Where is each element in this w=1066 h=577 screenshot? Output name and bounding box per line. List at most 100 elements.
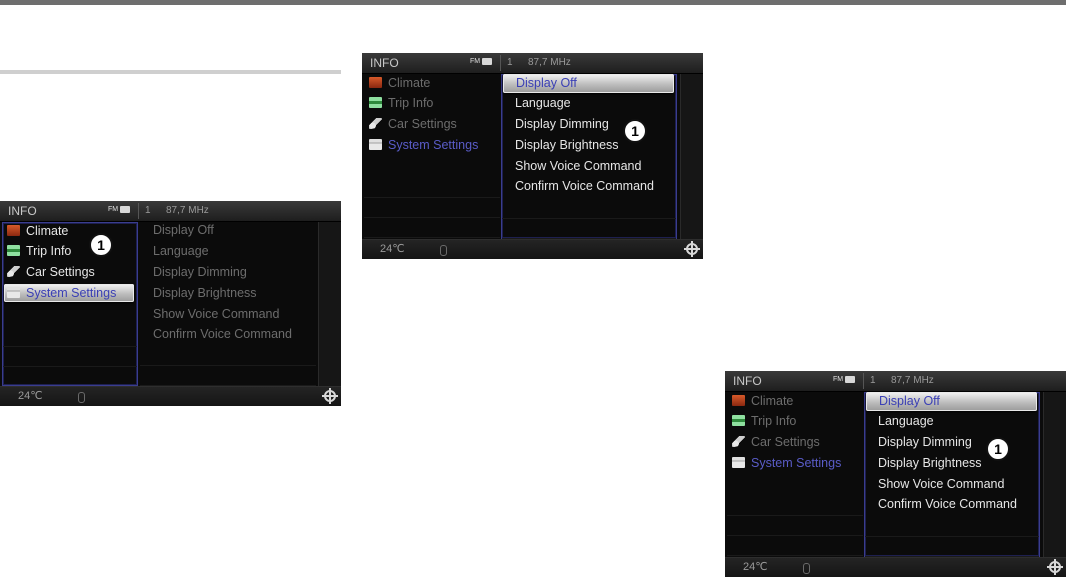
setting-display-off[interactable]: Display Off [503, 74, 674, 93]
car-settings-icon [369, 118, 382, 129]
status-bar: 24℃ [0, 386, 341, 406]
top-rule [0, 0, 1066, 5]
radio-preset: 1 [507, 57, 513, 68]
climate-icon [732, 395, 745, 406]
scrollbar[interactable] [318, 222, 341, 386]
header-divider [500, 55, 501, 71]
screen-header: INFO FM 1 87,7 MHz [362, 53, 703, 74]
callout-marker: 1 [623, 119, 647, 143]
setting-language[interactable]: Language [502, 94, 571, 113]
section-rule [0, 70, 341, 74]
microphone-icon [803, 563, 810, 574]
row-divider [865, 536, 1039, 537]
radio-frequency: 87,7 MHz [891, 375, 934, 386]
menu-item-car-settings[interactable]: Car Settings [729, 433, 820, 451]
navigation-icon[interactable] [1047, 559, 1063, 575]
scrollbar[interactable] [680, 74, 703, 239]
setting-display-dimming[interactable]: Display Dimming [140, 263, 247, 282]
row-divider [3, 366, 137, 367]
row-divider [140, 365, 316, 366]
menu-item-climate[interactable]: Climate [366, 74, 430, 92]
radio-preset: 1 [870, 375, 876, 386]
menu-item-trip-info[interactable]: Trip Info [4, 242, 71, 260]
menu-item-system-settings[interactable]: System Settings [729, 454, 841, 472]
menu-item-climate[interactable]: Climate [4, 222, 68, 240]
menu-item-label: Trip Info [388, 96, 434, 110]
row-divider [364, 217, 500, 218]
screen-title: INFO [370, 56, 399, 70]
climate-icon [369, 77, 382, 88]
temperature-readout: 24℃ [743, 561, 768, 573]
setting-display-brightness[interactable]: Display Brightness [502, 136, 619, 155]
setting-display-off[interactable]: Display Off [140, 221, 214, 240]
menu-item-label: Car Settings [26, 265, 95, 279]
header-divider [138, 203, 139, 219]
screen-header: INFO FM 1 87,7 MHz [725, 371, 1066, 392]
fm-radio-icon: FM [108, 205, 131, 214]
setting-language[interactable]: Language [865, 412, 934, 431]
menu-item-system-settings[interactable]: System Settings [366, 136, 478, 154]
trip-info-icon [369, 97, 382, 108]
menu-item-label: System Settings [751, 456, 842, 470]
setting-display-dimming[interactable]: Display Dimming [865, 433, 972, 452]
climate-icon [7, 225, 20, 236]
setting-confirm-voice-command[interactable]: Confirm Voice Command [140, 325, 292, 344]
fm-radio-icon: FM [833, 375, 856, 384]
navigation-icon[interactable] [322, 388, 338, 404]
setting-display-off[interactable]: Display Off [866, 392, 1037, 411]
menu-item-label: Car Settings [388, 117, 457, 131]
radio-preset: 1 [145, 205, 151, 216]
menu-item-label: Climate [751, 394, 794, 408]
scrollbar[interactable] [1043, 392, 1066, 557]
car-settings-icon [732, 436, 745, 447]
menu-item-label: Trip Info [26, 244, 72, 258]
navigation-icon[interactable] [684, 241, 700, 257]
row-divider [3, 346, 137, 347]
status-bar: 24℃ [362, 239, 703, 259]
setting-confirm-voice-command[interactable]: Confirm Voice Command [865, 495, 1017, 514]
setting-show-voice-command[interactable]: Show Voice Command [140, 305, 279, 324]
temperature-readout: 24℃ [380, 243, 405, 255]
menu-item-label: Car Settings [751, 435, 820, 449]
row-divider [502, 218, 676, 219]
menu-item-label: System Settings [26, 286, 117, 300]
setting-display-dimming[interactable]: Display Dimming [502, 115, 609, 134]
menu-item-climate[interactable]: Climate [729, 392, 793, 410]
row-divider [727, 555, 863, 556]
setting-show-voice-command[interactable]: Show Voice Command [865, 475, 1004, 494]
menu-item-car-settings[interactable]: Car Settings [4, 263, 95, 281]
trip-info-icon [732, 415, 745, 426]
menu-item-label: Climate [26, 224, 69, 238]
fm-radio-icon: FM [470, 57, 493, 66]
callout-marker: 1 [89, 233, 113, 257]
callout-marker: 1 [986, 437, 1010, 461]
menu-item-system-settings[interactable]: System Settings [4, 284, 134, 302]
system-settings-icon [369, 139, 382, 150]
radio-frequency: 87,7 MHz [166, 205, 209, 216]
info-screen-settings-focus-2: INFO FM 1 87,7 MHz Climate Trip Info Car… [725, 371, 1066, 577]
temperature-readout: 24℃ [18, 390, 43, 402]
menu-item-car-settings[interactable]: Car Settings [366, 115, 457, 133]
menu-item-label: Climate [388, 76, 431, 90]
screen-title: INFO [733, 374, 762, 388]
row-divider [727, 515, 863, 516]
setting-display-brightness[interactable]: Display Brightness [140, 284, 257, 303]
menu-item-trip-info[interactable]: Trip Info [729, 412, 796, 430]
microphone-icon [440, 245, 447, 256]
setting-show-voice-command[interactable]: Show Voice Command [502, 157, 641, 176]
menu-item-label: Trip Info [751, 414, 797, 428]
setting-confirm-voice-command[interactable]: Confirm Voice Command [502, 177, 654, 196]
screen-title: INFO [8, 204, 37, 218]
microphone-icon [78, 392, 85, 403]
header-divider [863, 373, 864, 389]
radio-frequency: 87,7 MHz [528, 57, 571, 68]
menu-item-trip-info[interactable]: Trip Info [366, 94, 433, 112]
setting-display-brightness[interactable]: Display Brightness [865, 454, 982, 473]
row-divider [727, 535, 863, 536]
screen-header: INFO FM 1 87,7 MHz [0, 201, 341, 222]
info-screen-category-focus: INFO FM 1 87,7 MHz Climate Trip Info Car… [0, 201, 341, 406]
system-settings-icon [7, 287, 20, 298]
setting-language[interactable]: Language [140, 242, 209, 261]
trip-info-icon [7, 245, 20, 256]
row-divider [364, 237, 500, 238]
